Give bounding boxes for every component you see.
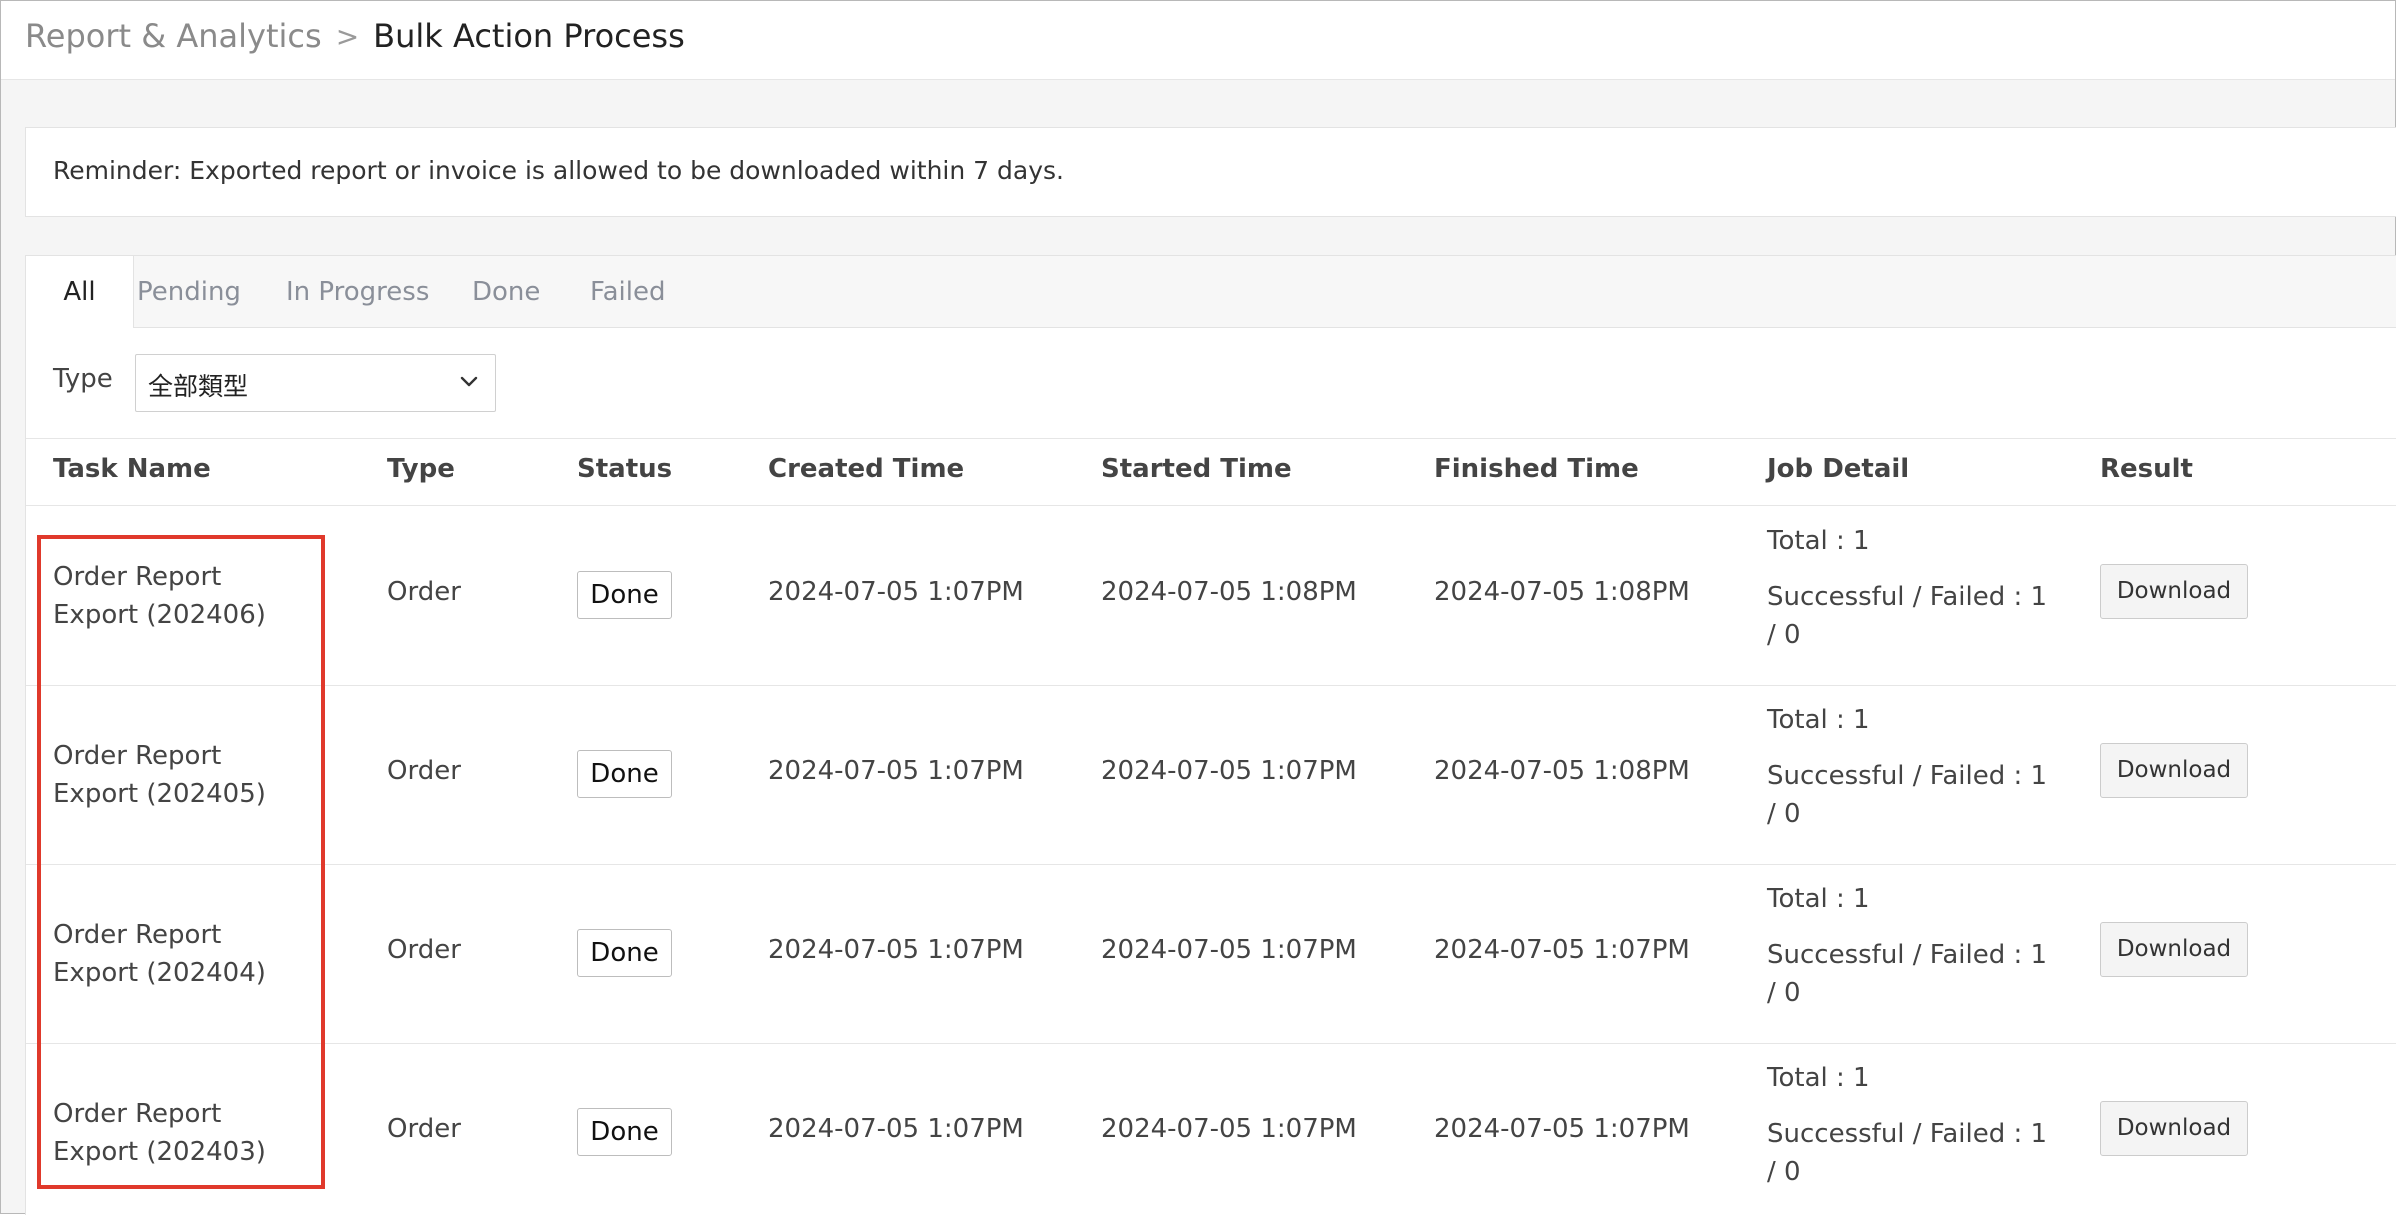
- column-header-started-time: Started Time: [1101, 454, 1292, 484]
- type-filter-label: Type: [53, 364, 113, 394]
- table-row: Order Report Export (202403) Order Done …: [26, 1043, 2396, 1222]
- type-cell: Order: [387, 935, 461, 965]
- job-success-failed-text: Successful / Failed : 1 / 0: [1767, 1119, 2048, 1187]
- job-total-text: Total : 1: [1767, 884, 1870, 914]
- started-time-cell: 2024-07-05 1:08PM: [1101, 577, 1357, 607]
- page-title: Bulk Action Process: [373, 17, 685, 55]
- column-header-result: Result: [2100, 454, 2193, 484]
- download-button[interactable]: Download: [2100, 743, 2248, 798]
- status-badge: Done: [577, 929, 672, 977]
- job-detail-cell: Total : 1 Successful / Failed : 1 / 0: [1767, 701, 2057, 833]
- created-time-cell: 2024-07-05 1:07PM: [768, 1114, 1024, 1144]
- breadcrumb: Report & Analytics > Bulk Action Process: [25, 17, 685, 55]
- job-success-failed-text: Successful / Failed : 1 / 0: [1767, 761, 2048, 829]
- task-name-cell: Order Report Export (202405): [53, 741, 266, 809]
- table-row: Order Report Export (202404) Order Done …: [26, 864, 2396, 1043]
- app-frame: Report & Analytics > Bulk Action Process…: [0, 0, 2396, 1215]
- breadcrumb-parent-link[interactable]: Report & Analytics: [25, 17, 322, 55]
- tab-pending[interactable]: Pending: [137, 256, 241, 328]
- tab-failed[interactable]: Failed: [590, 256, 665, 328]
- created-time-cell: 2024-07-05 1:07PM: [768, 577, 1024, 607]
- job-detail-cell: Total : 1 Successful / Failed : 1 / 0: [1767, 1059, 2057, 1191]
- column-header-created-time: Created Time: [768, 454, 965, 484]
- finished-time-cell: 2024-07-05 1:08PM: [1434, 577, 1690, 607]
- task-name-cell: Order Report Export (202403): [53, 1099, 266, 1167]
- bulk-action-panel: All Pending In Progress Done Failed Type…: [25, 255, 2396, 1215]
- column-header-status: Status: [577, 454, 673, 484]
- type-cell: Order: [387, 1114, 461, 1144]
- chevron-down-icon: [460, 376, 478, 387]
- job-total-text: Total : 1: [1767, 526, 1870, 556]
- status-badge: Done: [577, 750, 672, 798]
- type-select[interactable]: 全部類型: [135, 354, 496, 412]
- job-total-text: Total : 1: [1767, 705, 1870, 735]
- table-row: Order Report Export (202406) Order Done …: [26, 506, 2396, 685]
- download-button[interactable]: Download: [2100, 564, 2248, 619]
- type-cell: Order: [387, 756, 461, 786]
- status-badge: Done: [577, 571, 672, 619]
- tab-done[interactable]: Done: [472, 256, 540, 328]
- job-detail-cell: Total : 1 Successful / Failed : 1 / 0: [1767, 880, 2057, 1012]
- job-success-failed-text: Successful / Failed : 1 / 0: [1767, 582, 2048, 650]
- started-time-cell: 2024-07-05 1:07PM: [1101, 756, 1357, 786]
- status-badge: Done: [577, 1108, 672, 1156]
- download-button[interactable]: Download: [2100, 922, 2248, 977]
- created-time-cell: 2024-07-05 1:07PM: [768, 935, 1024, 965]
- task-name-cell: Order Report Export (202404): [53, 920, 266, 988]
- breadcrumb-separator-icon: >: [335, 19, 360, 53]
- finished-time-cell: 2024-07-05 1:07PM: [1434, 1114, 1690, 1144]
- download-button[interactable]: Download: [2100, 1101, 2248, 1156]
- page-header: Report & Analytics > Bulk Action Process: [1, 1, 2395, 80]
- column-header-finished-time: Finished Time: [1434, 454, 1639, 484]
- table-row: Order Report Export (202405) Order Done …: [26, 685, 2396, 864]
- status-tabs: All Pending In Progress Done Failed: [26, 256, 2396, 328]
- table-top-divider: [26, 438, 2396, 439]
- reminder-banner: Reminder: Exported report or invoice is …: [25, 127, 2396, 217]
- task-name-cell: Order Report Export (202406): [53, 562, 266, 630]
- started-time-cell: 2024-07-05 1:07PM: [1101, 1114, 1357, 1144]
- column-header-job-detail: Job Detail: [1767, 454, 1910, 484]
- finished-time-cell: 2024-07-05 1:08PM: [1434, 756, 1690, 786]
- column-header-type: Type: [387, 454, 455, 484]
- job-success-failed-text: Successful / Failed : 1 / 0: [1767, 940, 2048, 1008]
- job-detail-cell: Total : 1 Successful / Failed : 1 / 0: [1767, 522, 2057, 654]
- tab-all[interactable]: All: [26, 256, 134, 328]
- type-select-value: 全部類型: [148, 372, 249, 401]
- type-cell: Order: [387, 577, 461, 607]
- created-time-cell: 2024-07-05 1:07PM: [768, 756, 1024, 786]
- reminder-text: Reminder: Exported report or invoice is …: [53, 156, 1064, 185]
- job-total-text: Total : 1: [1767, 1063, 1870, 1093]
- started-time-cell: 2024-07-05 1:07PM: [1101, 935, 1357, 965]
- finished-time-cell: 2024-07-05 1:07PM: [1434, 935, 1690, 965]
- column-header-task-name: Task Name: [53, 454, 211, 484]
- tab-in-progress[interactable]: In Progress: [286, 256, 429, 328]
